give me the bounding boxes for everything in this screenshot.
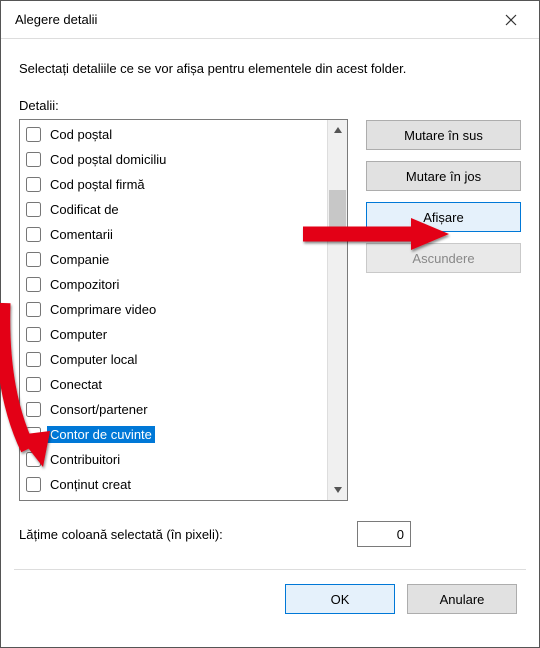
list-item[interactable]: Compozitori: [20, 272, 327, 297]
list-item-label: Conținut creat: [47, 476, 134, 493]
details-label: Detalii:: [19, 98, 521, 113]
divider: [14, 569, 526, 570]
list-item[interactable]: Cod poștal firmă: [20, 172, 327, 197]
list-item-label: Cod poștal domiciliu: [47, 151, 169, 168]
list-item[interactable]: Companie: [20, 247, 327, 272]
chevron-down-icon: [334, 487, 342, 493]
column-width-input[interactable]: [357, 521, 411, 547]
list-item[interactable]: Conținut creat: [20, 472, 327, 497]
titlebar: Alegere detalii: [1, 1, 539, 39]
list-item-label: Comprimare video: [47, 301, 159, 318]
list-item-checkbox[interactable]: [26, 227, 41, 242]
list-item-checkbox[interactable]: [26, 202, 41, 217]
instructions-text: Selectați detaliile ce se vor afișa pent…: [19, 61, 521, 76]
list-item-checkbox[interactable]: [26, 377, 41, 392]
close-button[interactable]: [489, 5, 533, 35]
scroll-up-arrow[interactable]: [328, 120, 347, 140]
list-item[interactable]: Conectat: [20, 372, 327, 397]
list-item-checkbox[interactable]: [26, 452, 41, 467]
list-item[interactable]: Cod poștal: [20, 122, 327, 147]
list-item-checkbox[interactable]: [26, 302, 41, 317]
chevron-up-icon: [334, 127, 342, 133]
list-item[interactable]: Codificat de: [20, 197, 327, 222]
list-item-checkbox[interactable]: [26, 477, 41, 492]
cancel-button[interactable]: Anulare: [407, 584, 517, 614]
details-listbox[interactable]: Cod poștal Cod poștal domiciliu Cod poștal…: [19, 119, 348, 501]
list-item-checkbox[interactable]: [26, 402, 41, 417]
close-icon: [505, 14, 517, 26]
window-title: Alegere detalii: [15, 12, 489, 27]
list-item-label: Contor de cuvinte: [47, 426, 155, 443]
list-item-label: Conectat: [47, 376, 105, 393]
list-item-checkbox[interactable]: [26, 427, 41, 442]
show-button[interactable]: Afișare: [366, 202, 521, 232]
list-item-checkbox[interactable]: [26, 252, 41, 267]
list-item-label: Companie: [47, 251, 112, 268]
list-item[interactable]: Contribuitori: [20, 447, 327, 472]
column-width-label: Lățime coloană selectată (în pixeli):: [19, 527, 223, 542]
list-item-label: Comentarii: [47, 226, 116, 243]
move-down-button[interactable]: Mutare în jos: [366, 161, 521, 191]
list-item[interactable]: Consort/partener: [20, 397, 327, 422]
list-item[interactable]: Contor de cuvinte: [20, 422, 327, 447]
list-item-checkbox[interactable]: [26, 177, 41, 192]
list-item-checkbox[interactable]: [26, 352, 41, 367]
list-item-label: Computer local: [47, 351, 140, 368]
list-item[interactable]: Computer: [20, 322, 327, 347]
list-item[interactable]: Comentarii: [20, 222, 327, 247]
list-item[interactable]: Cod poștal domiciliu: [20, 147, 327, 172]
move-up-button[interactable]: Mutare în sus: [366, 120, 521, 150]
list-item-checkbox[interactable]: [26, 127, 41, 142]
list-item-label: Cod poștal firmă: [47, 176, 148, 193]
list-item-label: Cod poștal: [47, 126, 115, 143]
list-item[interactable]: Computer local: [20, 347, 327, 372]
list-item-checkbox[interactable]: [26, 327, 41, 342]
list-item-checkbox[interactable]: [26, 277, 41, 292]
scroll-down-arrow[interactable]: [328, 480, 347, 500]
list-item-label: Computer: [47, 326, 110, 343]
scrollbar-thumb[interactable]: [329, 190, 346, 240]
list-item-label: Codificat de: [47, 201, 122, 218]
list-item-label: Consort/partener: [47, 401, 151, 418]
ok-button[interactable]: OK: [285, 584, 395, 614]
list-item[interactable]: Comprimare video: [20, 297, 327, 322]
list-item-label: Contribuitori: [47, 451, 123, 468]
list-item-checkbox[interactable]: [26, 152, 41, 167]
scrollbar[interactable]: [327, 120, 347, 500]
hide-button[interactable]: Ascundere: [366, 243, 521, 273]
list-item-label: Compozitori: [47, 276, 122, 293]
